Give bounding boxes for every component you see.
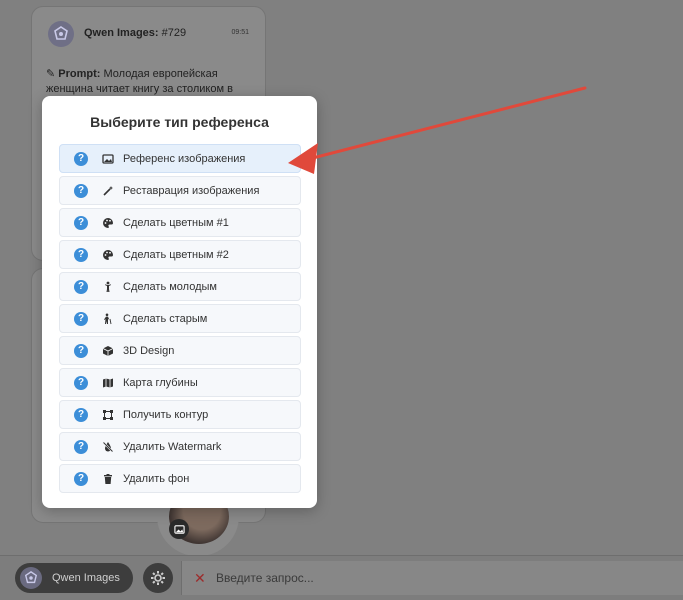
help-icon[interactable]: ? [74,151,88,166]
help-icon[interactable]: ? [74,183,88,198]
bot-avatar [48,21,74,47]
option-get-outline[interactable]: ? Получить контур [59,400,301,429]
option-remove-watermark[interactable]: ? Удалить Watermark [59,432,301,461]
option-depth-map[interactable]: ? Карта глубины [59,368,301,397]
trash-icon [101,472,115,486]
help-icon[interactable]: ? [74,439,88,454]
message-number: #729 [161,27,187,39]
option-make-young[interactable]: ? Сделать молодым [59,272,301,301]
magic-wand-icon [101,184,115,198]
option-colorize-2[interactable]: ? Сделать цветным #2 [59,240,301,269]
option-colorize-1[interactable]: ? Сделать цветным #1 [59,208,301,237]
prompt-text: ✎ Prompt: Молодая европейская женщина чи… [46,67,246,97]
option-label: Сделать старым [123,312,208,325]
option-label: Реставрация изображения [123,184,260,197]
help-icon[interactable]: ? [74,471,88,486]
settings-button[interactable] [143,563,173,593]
vector-square-icon [101,408,115,422]
message-time: 09:51 [231,29,249,36]
prompt-label: Prompt: [58,68,101,80]
option-label: Удалить фон [123,472,190,485]
pencil-icon: ✎ [46,68,56,80]
qwen-logo-icon [54,26,68,40]
map-icon [101,376,115,390]
image-icon [101,152,115,166]
option-label: Сделать цветным #2 [123,248,229,261]
elderly-icon [101,312,115,326]
model-avatar [20,567,42,589]
option-3d-design[interactable]: ? 3D Design [59,336,301,365]
model-label: Qwen Images [52,572,120,584]
option-remove-background[interactable]: ? Удалить фон [59,464,301,493]
help-icon[interactable]: ? [74,343,88,358]
option-label: Референс изображения [123,152,246,165]
help-icon[interactable]: ? [74,279,88,294]
help-icon[interactable]: ? [74,311,88,326]
bot-name: Qwen Images: #729 [84,27,186,39]
option-label: Сделать цветным #1 [123,216,229,229]
option-label: Карта глубины [123,376,198,389]
modal-title: Выберите тип референса [90,114,269,130]
help-icon[interactable]: ? [74,215,88,230]
clear-reference-button[interactable]: ✕ [194,570,206,587]
cube-icon [101,344,115,358]
gear-icon [151,571,165,585]
image-icon[interactable] [169,519,189,539]
reference-type-modal: Выберите тип референса ? Референс изобра… [42,96,317,508]
option-image-reference[interactable]: ? Референс изображения [59,144,301,173]
option-label: Удалить Watermark [123,440,222,453]
prompt-input-area: ✕ [181,561,683,595]
option-image-restoration[interactable]: ? Реставрация изображения [59,176,301,205]
option-label: 3D Design [123,344,175,357]
palette-icon [101,216,115,230]
option-label: Получить контур [123,408,209,421]
help-icon[interactable]: ? [74,375,88,390]
palette-icon [101,248,115,262]
child-icon [101,280,115,294]
prompt-input[interactable] [216,566,656,590]
bot-name-text: Qwen Images: [84,27,159,39]
model-selector-button[interactable]: Qwen Images [15,563,133,593]
help-icon[interactable]: ? [74,247,88,262]
qwen-logo-icon [24,571,38,584]
option-make-old[interactable]: ? Сделать старым [59,304,301,333]
help-icon[interactable]: ? [74,407,88,422]
droplet-slash-icon [101,440,115,454]
option-label: Сделать молодым [123,280,217,293]
